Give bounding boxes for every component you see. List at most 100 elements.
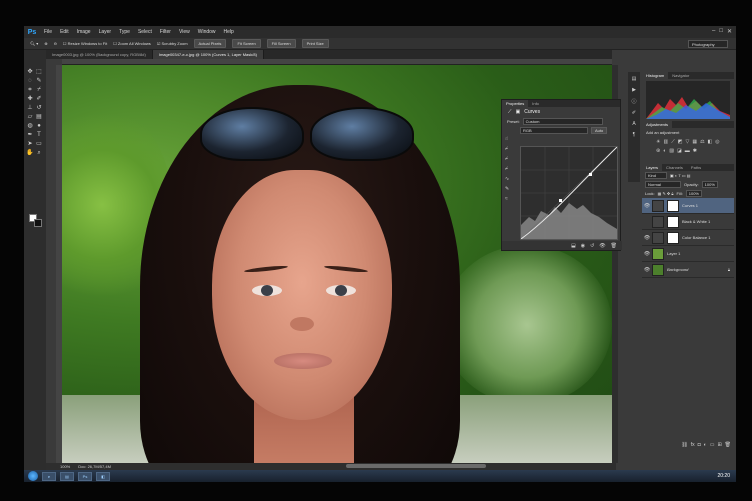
- auto-button[interactable]: Auto: [591, 127, 608, 134]
- app-taskbar-icon[interactable]: ◧: [96, 471, 110, 481]
- color-balance-icon[interactable]: ⚖: [700, 139, 704, 145]
- tab-paths[interactable]: Paths: [687, 164, 705, 171]
- delete-layer-icon[interactable]: 🗑︎: [725, 442, 731, 450]
- marquee-tool-icon[interactable]: ⬚: [35, 68, 43, 76]
- channel-mixer-icon[interactable]: ⊛: [656, 148, 660, 154]
- tab-document-2[interactable]: Image00347-e-c.jpg @ 100% (Curves 1, Lay…: [152, 50, 264, 59]
- smooth-curve-icon[interactable]: ≈: [505, 196, 515, 202]
- lasso-tool-icon[interactable]: ◌: [26, 77, 34, 85]
- menu-view[interactable]: View: [175, 29, 194, 35]
- resize-windows-checkbox[interactable]: ☐ Resize Windows to Fit: [63, 41, 107, 46]
- layer-mask-thumb[interactable]: [667, 215, 679, 228]
- path-select-icon[interactable]: ➤: [26, 140, 34, 148]
- menu-edit[interactable]: Edit: [56, 29, 73, 35]
- menu-file[interactable]: File: [40, 29, 56, 35]
- layer-mask-thumb[interactable]: [667, 231, 679, 244]
- history-panel-icon[interactable]: ▤: [632, 76, 637, 82]
- edit-points-icon[interactable]: ∿: [505, 176, 515, 182]
- layer-row-layer-1[interactable]: 👁︎ Layer 1: [642, 246, 734, 262]
- tab-layers[interactable]: Layers: [642, 164, 663, 171]
- scrubby-zoom-checkbox[interactable]: ☑ Scrubby Zoom: [157, 41, 188, 46]
- stamp-tool-icon[interactable]: ⊥: [26, 104, 34, 112]
- gray-point-eyedropper-icon[interactable]: ⌿: [505, 156, 515, 162]
- menu-help[interactable]: Help: [220, 29, 238, 35]
- posterize-icon[interactable]: ▨: [669, 148, 674, 154]
- photo-filter-icon[interactable]: ◎: [715, 139, 719, 145]
- blend-mode-select[interactable]: Normal: [645, 181, 681, 188]
- brightness-icon[interactable]: ☀: [656, 139, 660, 145]
- clip-to-layer-icon[interactable]: ⬓: [571, 243, 576, 249]
- new-group-icon[interactable]: ▭: [710, 442, 715, 450]
- curve-point-1[interactable]: [559, 199, 562, 202]
- workspace-select[interactable]: Photography: [688, 40, 728, 48]
- link-layers-icon[interactable]: ⛓: [681, 442, 687, 450]
- add-mask-icon[interactable]: ◘: [698, 442, 701, 450]
- maximize-icon[interactable]: □: [719, 28, 723, 35]
- zoom-in-icon[interactable]: ⊕: [44, 41, 47, 46]
- print-size-button[interactable]: Print Size: [301, 39, 329, 48]
- brush-tool-icon[interactable]: ✐: [35, 95, 43, 103]
- start-button[interactable]: [28, 471, 38, 481]
- white-point-eyedropper-icon[interactable]: ⌿: [505, 166, 515, 172]
- move-tool-icon[interactable]: ✥: [26, 68, 34, 76]
- eyedropper-tool-icon[interactable]: ⌿: [35, 86, 43, 94]
- levels-icon[interactable]: ▥: [663, 139, 668, 145]
- gradient-map-icon[interactable]: ▬: [685, 148, 690, 154]
- history-brush-icon[interactable]: ↺: [35, 104, 43, 112]
- visibility-eye-icon[interactable]: 👁︎: [642, 235, 652, 241]
- view-previous-icon[interactable]: ◉: [581, 243, 585, 249]
- tab-histogram[interactable]: Histogram: [642, 72, 669, 79]
- channel-select[interactable]: RGB: [520, 127, 588, 134]
- layer-row-curves[interactable]: 👁︎ Curves 1: [642, 198, 734, 214]
- quick-select-tool-icon[interactable]: ✎: [35, 77, 43, 85]
- trash-icon[interactable]: 🗑︎: [611, 243, 617, 249]
- preset-select[interactable]: Custom: [522, 118, 603, 125]
- black-point-eyedropper-icon[interactable]: ⌿: [505, 146, 515, 152]
- info-panel-icon[interactable]: ⓘ: [631, 98, 636, 105]
- zoom-out-icon[interactable]: ⊖: [54, 41, 57, 46]
- exposure-icon[interactable]: ◩: [678, 139, 683, 145]
- new-layer-icon[interactable]: ⊞: [717, 442, 721, 450]
- hue-saturation-icon[interactable]: ▦: [692, 139, 697, 145]
- tab-navigator[interactable]: Navigator: [668, 72, 693, 79]
- curves-icon[interactable]: ⟋: [671, 139, 675, 145]
- visibility-icon[interactable]: 👁︎: [599, 243, 605, 249]
- layer-row-black-white[interactable]: Black & White 1: [642, 214, 734, 230]
- menu-type[interactable]: Type: [115, 29, 134, 35]
- layer-style-icon[interactable]: fx: [691, 442, 695, 450]
- photoshop-taskbar-icon[interactable]: Ps: [78, 471, 92, 481]
- crop-tool-icon[interactable]: ⌗: [26, 86, 34, 94]
- dodge-tool-icon[interactable]: ●: [35, 122, 43, 130]
- menu-image[interactable]: Image: [73, 29, 95, 35]
- actual-pixels-button[interactable]: Actual Pixels: [193, 39, 227, 48]
- opacity-input[interactable]: 100%: [701, 181, 718, 188]
- fill-input[interactable]: 100%: [685, 190, 702, 197]
- fit-screen-button[interactable]: Fit Screen: [232, 39, 261, 48]
- selective-color-icon[interactable]: ✱: [693, 148, 697, 154]
- fill-screen-button[interactable]: Fill Screen: [266, 39, 296, 48]
- menu-select[interactable]: Select: [134, 29, 156, 35]
- kind-filter-select[interactable]: Kind: [645, 172, 667, 179]
- vibrance-icon[interactable]: ▽: [685, 139, 689, 145]
- background-color-swatch[interactable]: [34, 219, 42, 227]
- menu-layer[interactable]: Layer: [95, 29, 116, 35]
- explorer-taskbar-icon[interactable]: ▤: [60, 471, 74, 481]
- layer-row-color-balance[interactable]: 👁︎ Color Balance 1: [642, 230, 734, 246]
- type-tool-icon[interactable]: T: [35, 131, 43, 139]
- visibility-eye-icon[interactable]: 👁︎: [642, 251, 652, 257]
- black-white-icon[interactable]: ◧: [708, 139, 713, 145]
- tab-adjustments[interactable]: Adjustments: [642, 121, 673, 128]
- eraser-tool-icon[interactable]: ▱: [26, 113, 34, 121]
- ie-taskbar-icon[interactable]: e: [42, 471, 56, 481]
- character-panel-icon[interactable]: A: [632, 121, 635, 127]
- curve-point-2[interactable]: [589, 173, 592, 176]
- shape-tool-icon[interactable]: ▭: [35, 140, 43, 148]
- zoom-tool-icon[interactable]: 🔍︎ ▾: [30, 41, 38, 46]
- healing-tool-icon[interactable]: ✚: [26, 95, 34, 103]
- layer-row-background[interactable]: 👁︎ Background 🔒︎: [642, 262, 734, 278]
- gradient-tool-icon[interactable]: ▤: [35, 113, 43, 121]
- on-image-adjust-icon[interactable]: ☝: [505, 136, 515, 142]
- visibility-eye-icon[interactable]: 👁︎: [642, 267, 652, 273]
- zoom-all-checkbox[interactable]: ☐ Zoom All Windows: [113, 41, 151, 46]
- invert-icon[interactable]: ◐: [663, 148, 666, 154]
